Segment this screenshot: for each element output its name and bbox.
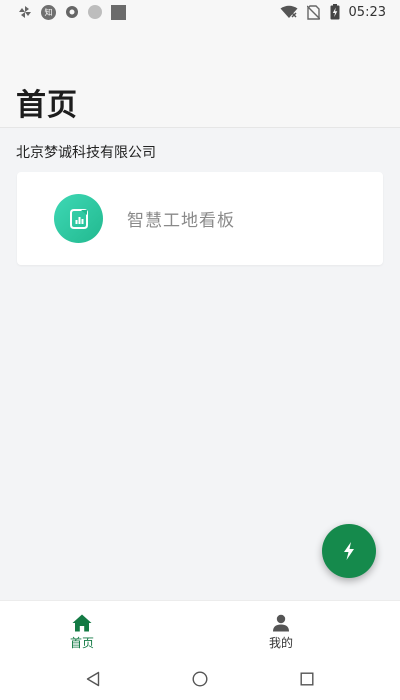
home-circle-icon[interactable]	[192, 671, 208, 687]
bottom-nav: 首页 我的	[0, 600, 400, 658]
no-sim-icon	[307, 4, 321, 20]
quick-action-button[interactable]	[322, 524, 376, 578]
recents-icon[interactable]	[300, 672, 314, 686]
zhihu-icon: 知	[41, 4, 56, 20]
circle-icon	[88, 5, 102, 19]
company-name: 北京梦诚科技有限公司	[16, 145, 156, 161]
status-time: 05:23	[348, 4, 386, 20]
person-icon	[273, 614, 289, 632]
app-card-label: 智慧工地看板	[127, 211, 235, 231]
back-icon[interactable]	[86, 671, 100, 687]
home-icon	[72, 614, 92, 632]
nav-label-home: 首页	[69, 636, 94, 650]
wifi-icon	[280, 5, 298, 19]
lightning-icon	[344, 542, 354, 560]
status-bar: 知 05:23	[0, 0, 400, 24]
nav-label-mine: 我的	[268, 636, 293, 650]
system-nav	[0, 658, 400, 700]
nav-item-mine[interactable]: 我的	[200, 601, 400, 658]
app-header: 首页	[0, 24, 400, 128]
battery-charging-icon	[330, 4, 340, 20]
square-icon	[111, 4, 126, 20]
nav-item-home[interactable]: 首页	[0, 601, 200, 658]
status-right: 05:23	[280, 4, 386, 20]
dashboard-icon	[54, 194, 103, 243]
pinwheel-icon	[18, 5, 32, 19]
page-title: 首页	[16, 88, 78, 123]
app-card-smart-site-dashboard[interactable]: 智慧工地看板	[17, 172, 383, 265]
record-icon	[65, 5, 79, 19]
status-left: 知	[18, 4, 126, 20]
